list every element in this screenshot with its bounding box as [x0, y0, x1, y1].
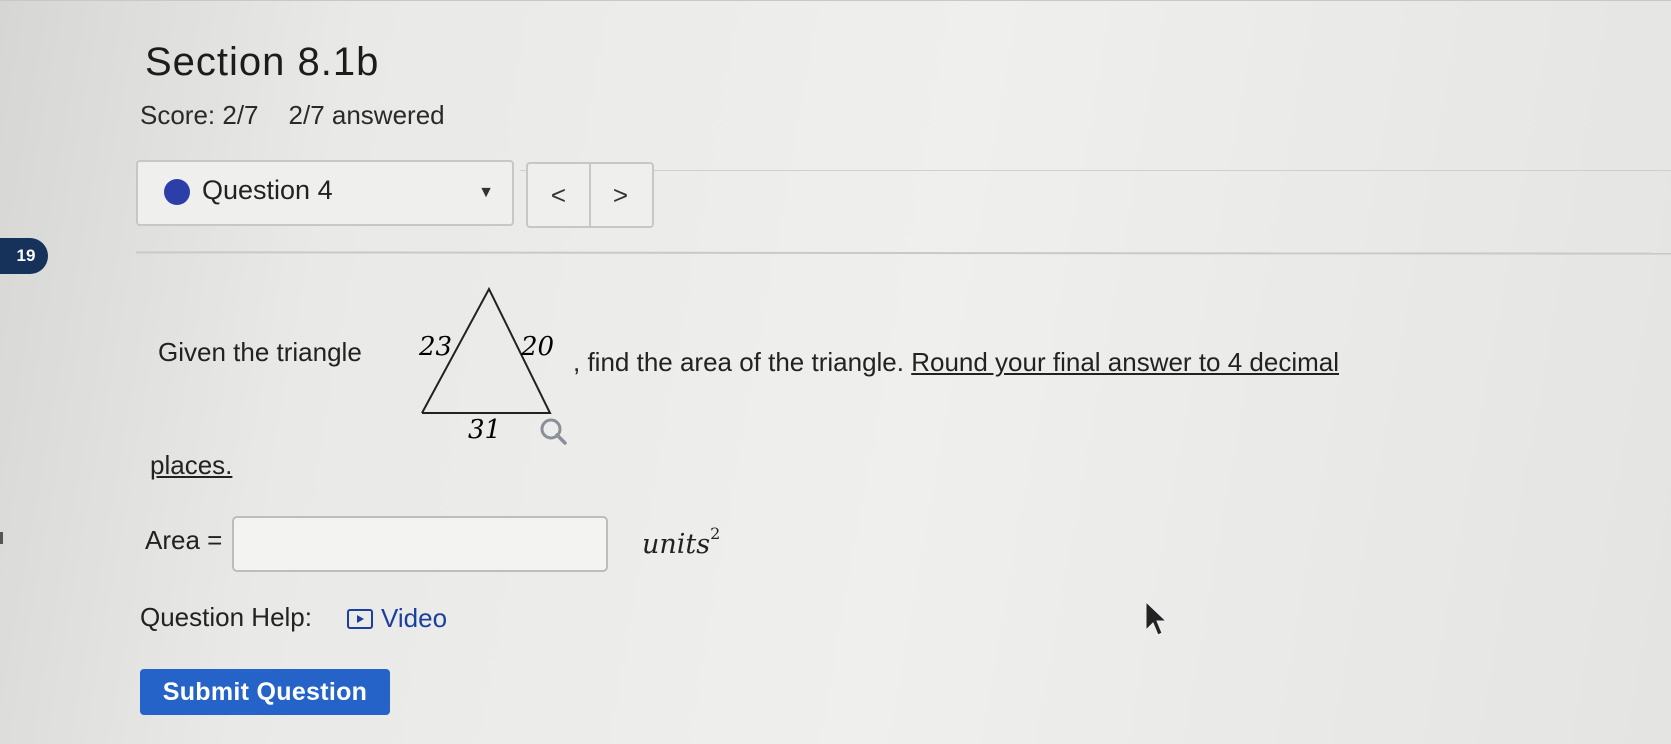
previous-question-button[interactable]: < — [528, 164, 591, 226]
units-exponent: 2 — [710, 524, 721, 543]
rounding-instruction: Round your final answer to 4 decimal — [911, 347, 1339, 377]
mouse-pointer-icon — [1145, 600, 1168, 636]
section-divider — [135, 251, 1671, 255]
question-select-label: Question 4 — [202, 175, 333, 205]
video-help-link[interactable]: Video — [347, 603, 447, 634]
triangle-left-side-label: 23 — [418, 332, 452, 362]
question-select[interactable]: Question 4 ▼ — [136, 160, 514, 226]
submit-question-button[interactable]: Submit Question — [140, 669, 390, 715]
triangle-right-side-label: 20 — [520, 332, 554, 362]
video-play-icon — [347, 608, 373, 629]
triangle-base-label: 31 — [468, 415, 501, 445]
next-question-button[interactable]: > — [590, 164, 651, 226]
left-edge-mark — [0, 532, 3, 544]
answered-text: 2/7 answered — [288, 100, 445, 130]
question-help-label: Question Help: — [140, 602, 312, 632]
page-title: Section 8.1b — [145, 40, 380, 84]
top-divider — [0, 0, 1671, 1]
question-nav-group: < > — [526, 162, 654, 228]
question-status-dot — [164, 179, 190, 205]
score-text: Score: 2/7 — [140, 100, 259, 130]
units-label: units2 — [642, 524, 720, 560]
units-text: units — [642, 529, 711, 560]
caret-down-icon: ▼ — [478, 184, 494, 201]
area-answer-input[interactable] — [232, 516, 608, 572]
rounding-instruction-end: places. — [150, 450, 233, 480]
question-text-prefix: Given the triangle — [158, 337, 362, 367]
question-text-suffix: , find the area of the triangle. Round y… — [573, 347, 1339, 378]
area-label: Area = — [145, 525, 223, 555]
score-summary: Score: 2/7 2/7 answered — [140, 100, 475, 131]
nav-divider — [520, 170, 1671, 171]
zoom-magnifier-icon[interactable] — [540, 418, 567, 445]
notification-badge[interactable]: 19 — [0, 238, 48, 274]
video-link-label: Video — [381, 603, 448, 633]
question-suffix-text: , find the area of the triangle. — [573, 347, 912, 377]
